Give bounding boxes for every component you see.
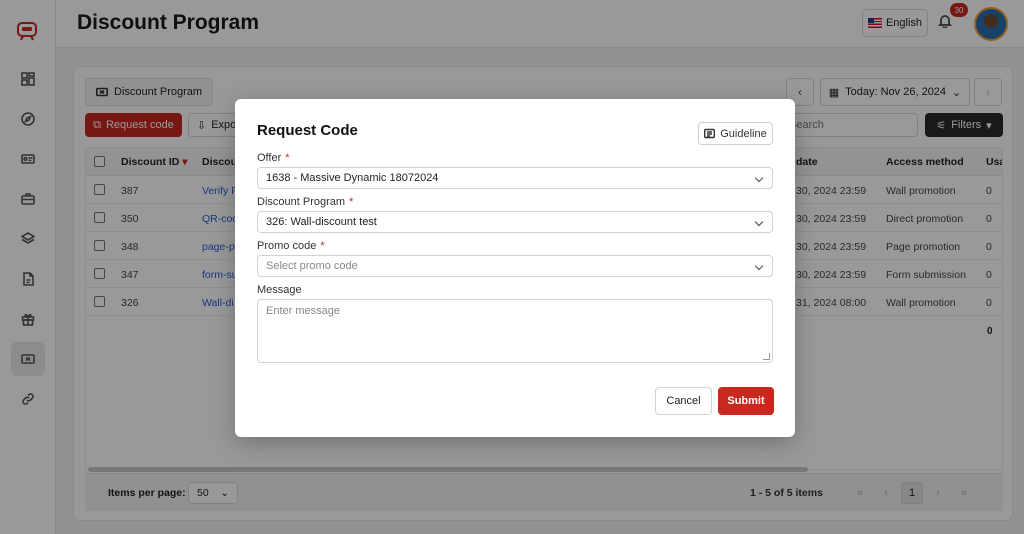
modal-title: Request Code [257,122,358,139]
chevron-down-icon [754,217,764,227]
promo-code-placeholder: Select promo code [266,260,358,272]
offer-select[interactable]: 1638 - Massive Dynamic 18072024 [257,167,773,189]
required-mark: * [320,240,325,252]
guideline-button[interactable]: Guideline [698,122,773,145]
required-mark: * [285,152,290,164]
request-code-modal: Request Code Guideline Offer * 1638 - Mas… [235,99,795,437]
guideline-label: Guideline [720,127,767,140]
offer-label: Offer * [257,152,290,164]
discount-program-label: Discount Program * [257,196,354,208]
chevron-down-icon [754,173,764,183]
guideline-icon [704,128,716,139]
offer-value: 1638 - Massive Dynamic 18072024 [266,172,439,184]
required-mark: * [349,196,354,208]
promo-code-label: Promo code * [257,240,325,252]
cancel-button[interactable]: Cancel [655,387,712,415]
promo-code-select[interactable]: Select promo code [257,255,773,277]
submit-button[interactable]: Submit [718,387,774,415]
chevron-down-icon [754,261,764,271]
discount-program-value: 326: Wall-discount test [266,216,377,228]
message-label: Message [257,284,302,296]
message-textarea[interactable] [257,299,773,363]
discount-program-select[interactable]: 326: Wall-discount test [257,211,773,233]
resize-handle-icon[interactable] [763,353,770,360]
